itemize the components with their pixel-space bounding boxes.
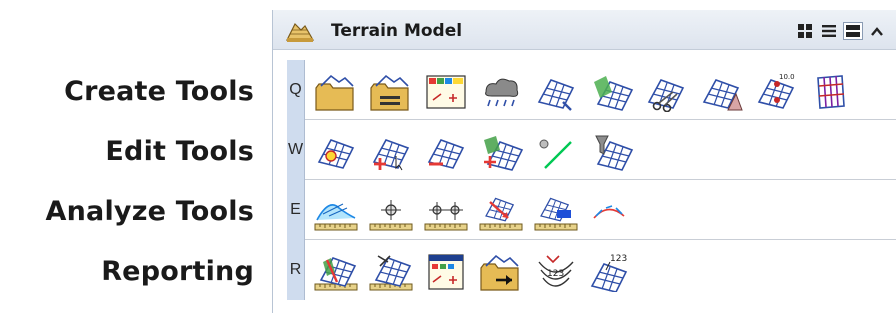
large-icons-view-icon[interactable] <box>843 22 863 40</box>
row-edit: W <box>287 120 896 180</box>
list-view-icon[interactable] <box>819 22 839 40</box>
terrain-filter-icon[interactable] <box>588 132 634 172</box>
panel-titlebar: Terrain Model <box>273 10 896 50</box>
reporting-tools-icons: 123 123 <box>313 252 643 292</box>
svg-text:10.0: 10.0 <box>779 73 795 81</box>
terrain-model-panel: Terrain Model Q 10.0 W E R 123 123 <box>272 10 896 313</box>
export-terrain-icon[interactable] <box>478 252 524 292</box>
label-create-tools: Create Tools <box>64 76 254 107</box>
terrain-by-scissors-icon[interactable] <box>643 72 689 112</box>
drape-line-icon[interactable] <box>533 132 579 172</box>
label-edit-tools: Edit Tools <box>105 136 254 167</box>
toolbar-rows: Q 10.0 W E R 123 123 <box>287 60 896 300</box>
analyze-tools-icons <box>313 192 643 232</box>
analyze-point-icon[interactable] <box>368 192 414 232</box>
row-create: Q 10.0 <box>287 60 896 120</box>
label-analyze-tools: Analyze Tools <box>45 196 254 227</box>
label-reporting: Reporting <box>101 256 254 287</box>
row-key-q: Q <box>287 60 305 120</box>
analyze-volume-icon[interactable] <box>533 192 579 232</box>
create-tools-icons: 10.0 <box>313 72 863 112</box>
terrain-from-elements-icon[interactable] <box>368 72 414 112</box>
view-buttons <box>795 22 887 40</box>
row-key-r: R <box>287 240 305 300</box>
report-filter-icon[interactable] <box>423 252 469 292</box>
analyze-between-points-icon[interactable] <box>423 192 469 232</box>
contour-labels-icon[interactable]: 123 <box>533 252 579 292</box>
terrain-from-point-cloud-icon[interactable] <box>478 72 524 112</box>
svg-text:123: 123 <box>610 254 627 264</box>
label-spots-icon[interactable]: 123 <box>588 252 634 292</box>
add-remove-feature-icon[interactable] <box>478 132 524 172</box>
row-analyze: E <box>287 180 896 240</box>
add-terrain-point-icon[interactable] <box>368 132 414 172</box>
terrain-model-icon <box>285 18 315 44</box>
terrain-report-icon[interactable] <box>313 252 359 292</box>
analyze-elevation-icon[interactable] <box>313 192 359 232</box>
terrain-from-surfaces-icon[interactable] <box>808 72 854 112</box>
collapse-icon[interactable] <box>867 22 887 40</box>
edit-tools-icons <box>313 132 643 172</box>
delete-terrain-element-icon[interactable] <box>423 132 469 172</box>
terrain-from-triangle-icon[interactable] <box>698 72 744 112</box>
row-reporting: R 123 123 <box>287 240 896 300</box>
complex-terrain-icon[interactable] <box>588 72 634 112</box>
panel-title: Terrain Model <box>331 21 463 41</box>
grid-view-icon[interactable] <box>795 22 815 40</box>
terrain-from-text-icon[interactable]: 10.0 <box>753 72 799 112</box>
analyze-drainage-icon[interactable] <box>478 192 524 232</box>
terrain-from-file-icon[interactable] <box>313 72 359 112</box>
toolbar-row-labels: Create Tools Edit Tools Analyze Tools Re… <box>0 0 262 313</box>
row-key-w: W <box>287 120 305 180</box>
row-key-e: E <box>287 180 305 240</box>
terrain-from-graphic-filter-icon[interactable] <box>423 72 469 112</box>
terrain-edit-icon[interactable] <box>313 132 359 172</box>
clip-terrain-icon[interactable] <box>533 72 579 112</box>
crossing-features-report-icon[interactable] <box>368 252 414 292</box>
analyze-profile-icon[interactable] <box>588 192 634 232</box>
svg-text:123: 123 <box>547 269 564 279</box>
